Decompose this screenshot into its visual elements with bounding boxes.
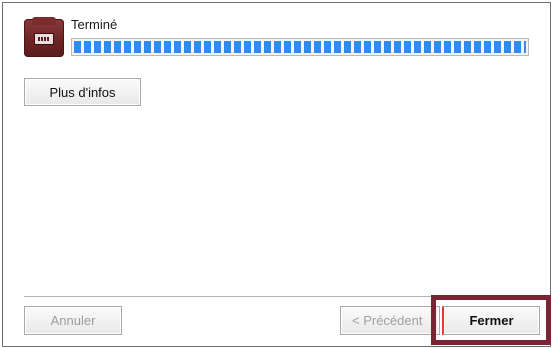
status-title: Terminé	[71, 17, 118, 32]
progress-bar	[71, 38, 529, 56]
cancel-button[interactable]: Annuler	[24, 306, 122, 335]
progress-fill	[74, 41, 526, 53]
previous-button[interactable]: < Précédent	[340, 306, 440, 335]
more-info-button[interactable]: Plus d'infos	[24, 78, 141, 106]
installer-box-cap	[32, 17, 56, 25]
installer-box-label	[34, 33, 54, 45]
installer-box-icon	[24, 17, 64, 57]
close-button[interactable]: Fermer	[442, 306, 540, 335]
